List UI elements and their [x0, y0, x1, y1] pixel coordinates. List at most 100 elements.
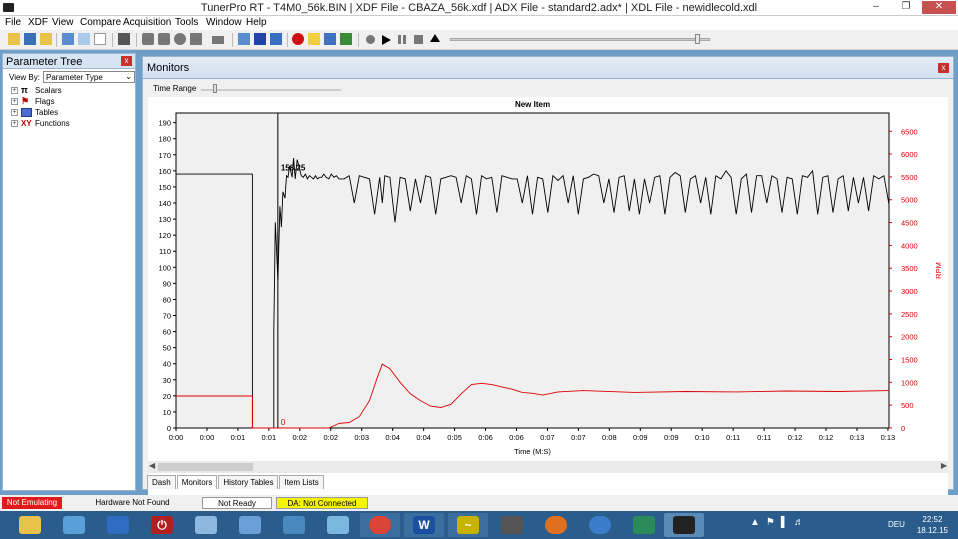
pause-icon[interactable]: [398, 35, 406, 44]
y2-tick-label: 3500: [901, 264, 918, 273]
time-range-thumb[interactable]: [213, 84, 217, 93]
chart-title: New Item: [515, 100, 550, 109]
blender-icon[interactable]: [545, 516, 567, 534]
open-xdf-icon[interactable]: [40, 33, 52, 45]
tree-node-flags[interactable]: + ⚑ Flags: [11, 96, 55, 106]
time-range-label: Time Range: [153, 84, 197, 93]
monitors-close-button[interactable]: x: [938, 63, 949, 73]
tool-icon[interactable]: [118, 33, 130, 45]
save-icon[interactable]: [24, 33, 36, 45]
network-icon[interactable]: [239, 516, 261, 534]
tunerpro-icon[interactable]: [673, 516, 695, 534]
tree-node-label: Scalars: [35, 85, 62, 95]
expand-icon[interactable]: +: [11, 86, 18, 94]
menu-help[interactable]: Help: [246, 17, 267, 28]
da-status: DA: Not Connected: [276, 497, 368, 509]
copy-icon[interactable]: [78, 33, 90, 45]
tab-dash[interactable]: Dash: [147, 475, 176, 489]
expand-icon[interactable]: +: [11, 119, 18, 127]
chrome-icon[interactable]: [369, 516, 391, 534]
notes-icon[interactable]: [327, 516, 349, 534]
oscilloscope-icon[interactable]: ~: [457, 516, 479, 534]
x-tick-label: 0:09: [664, 433, 679, 442]
arrow-up-icon[interactable]: [142, 33, 154, 45]
record-circle-icon[interactable]: [174, 33, 186, 45]
parameter-tree-close-button[interactable]: x: [121, 56, 132, 66]
clock[interactable]: 22:52 18.12.15: [917, 514, 948, 536]
tray-app-icon[interactable]: ▲: [750, 517, 760, 528]
playback-slider[interactable]: [450, 38, 710, 41]
y-tick-label: 170: [158, 151, 171, 160]
link-icon[interactable]: [238, 33, 250, 45]
menu-window[interactable]: Window: [206, 17, 242, 28]
stack-icon[interactable]: [190, 33, 202, 45]
view-by-select[interactable]: Parameter Type ⌄: [43, 71, 135, 83]
scroll-left-icon[interactable]: ◀: [149, 461, 155, 470]
menu-acquisition[interactable]: Acquisition: [123, 17, 171, 28]
parameter-tree-title: Parameter Tree: [6, 56, 83, 68]
chip-icon[interactable]: [212, 36, 224, 44]
stop-icon[interactable]: [414, 35, 423, 44]
record-icon[interactable]: [292, 33, 304, 45]
playback-slider-thumb[interactable]: [695, 34, 700, 44]
menu-compare[interactable]: Compare: [80, 17, 121, 28]
compare-icon[interactable]: [62, 33, 74, 45]
connect-icon[interactable]: [270, 33, 282, 45]
tree-node-functions[interactable]: + XY Functions: [11, 118, 70, 128]
tools-icon[interactable]: [501, 516, 523, 534]
x-tick-label: 0:11: [726, 433, 740, 442]
system-tray: ▲ ⚑ ▌ ♬: [750, 517, 804, 528]
close-button[interactable]: ✕: [922, 1, 956, 14]
dashboard-icon[interactable]: [324, 33, 336, 45]
tab-item-lists[interactable]: Item Lists: [279, 475, 324, 489]
tree-node-tables[interactable]: + Tables: [11, 107, 58, 117]
word-icon[interactable]: W: [413, 516, 435, 534]
download-icon[interactable]: [283, 516, 305, 534]
y-tick-label: 140: [158, 199, 171, 208]
clock-time: 22:52: [922, 515, 943, 524]
emulation-status: Not Emulating: [2, 497, 62, 509]
minimize-button[interactable]: –: [862, 1, 890, 14]
power-icon[interactable]: ⏻: [151, 516, 173, 534]
note-icon[interactable]: [308, 33, 320, 45]
tray-flag-icon[interactable]: ⚑: [766, 517, 775, 528]
y2-tick-label: 6500: [901, 127, 918, 136]
menu-tools[interactable]: Tools: [175, 17, 198, 28]
x-tick-label: 0:04: [416, 433, 431, 442]
horizontal-scrollbar[interactable]: ◀ ▶: [148, 461, 948, 473]
time-range-slider[interactable]: [201, 89, 341, 91]
tray-volume-icon[interactable]: ♬: [794, 517, 804, 528]
expand-icon[interactable]: +: [11, 97, 18, 105]
scroll-thumb[interactable]: [158, 463, 253, 471]
scroll-right-icon[interactable]: ▶: [941, 461, 947, 470]
x-tick-label: 0:03: [354, 433, 369, 442]
language-indicator[interactable]: DEU: [888, 520, 905, 529]
cursor-readout-rpm: 0: [281, 418, 286, 427]
control-panel-icon[interactable]: [63, 516, 85, 534]
monitors-title: Monitors: [147, 62, 190, 74]
explorer-icon[interactable]: [19, 516, 41, 534]
arrow-down-icon[interactable]: [158, 33, 170, 45]
menu-xdf[interactable]: XDF: [28, 17, 48, 28]
tab-history-tables[interactable]: History Tables: [218, 475, 279, 489]
menu-view[interactable]: View: [52, 17, 74, 28]
open-folder-icon[interactable]: [8, 33, 20, 45]
y2-tick-label: 1500: [901, 356, 918, 365]
new-file-icon[interactable]: [94, 33, 106, 45]
calculator-icon[interactable]: [195, 516, 217, 534]
swap-icon[interactable]: [254, 33, 266, 45]
tree-node-scalars[interactable]: + π Scalars: [11, 85, 62, 95]
monitor-app-icon[interactable]: [633, 516, 655, 534]
chart-icon[interactable]: [340, 33, 352, 45]
play-icon[interactable]: [382, 35, 391, 45]
menu-file[interactable]: File: [5, 17, 21, 28]
eject-icon[interactable]: [430, 34, 440, 42]
gear-icon[interactable]: [366, 35, 375, 44]
pi-icon: π: [21, 84, 28, 95]
skype-icon[interactable]: [589, 516, 611, 534]
expand-icon[interactable]: +: [11, 108, 18, 116]
tray-signal-icon[interactable]: ▌: [781, 517, 788, 528]
app-launcher-icon[interactable]: [107, 516, 129, 534]
tab-monitors[interactable]: Monitors: [176, 475, 218, 489]
maximize-button[interactable]: ❐: [892, 1, 920, 14]
